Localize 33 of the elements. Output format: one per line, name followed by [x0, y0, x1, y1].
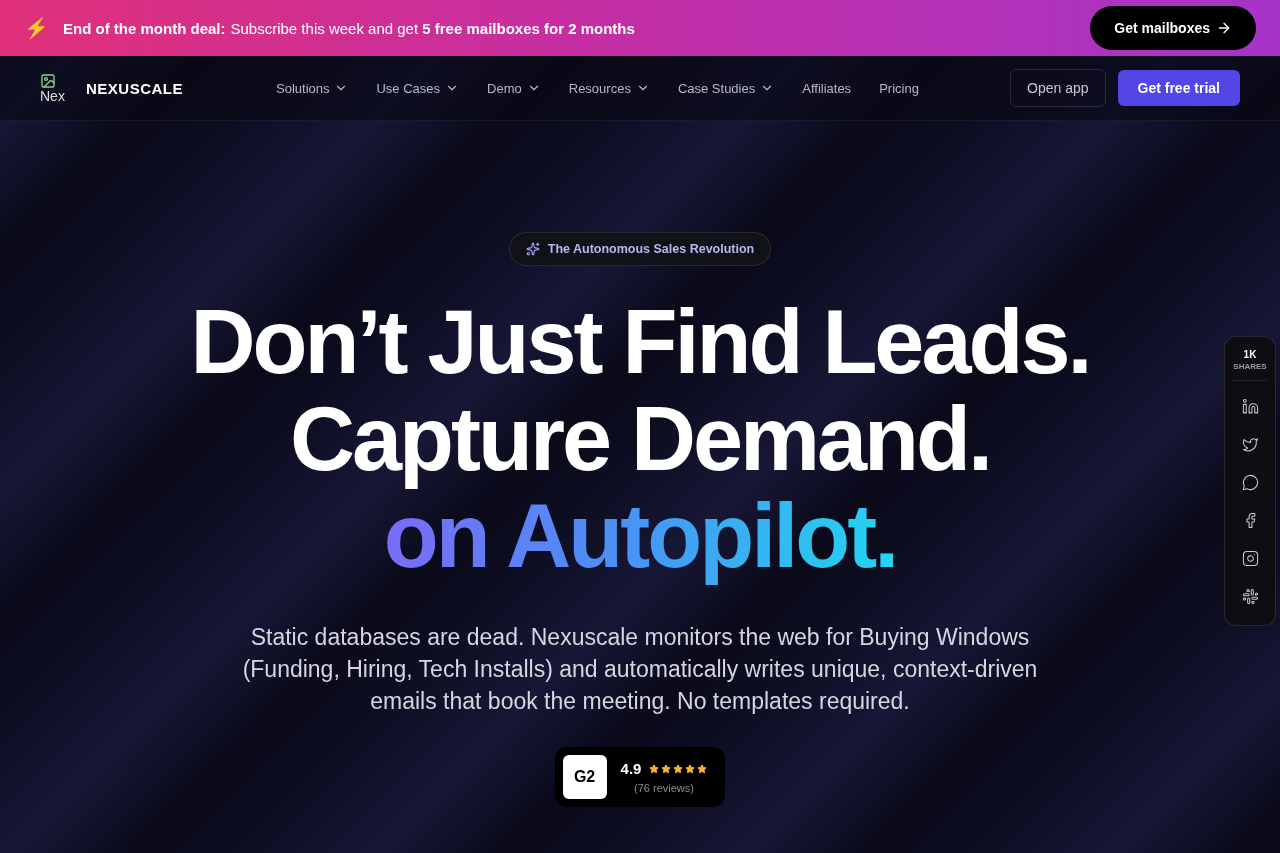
brand-name: NEXUSCALE — [86, 79, 184, 97]
nav-link[interactable]: Solutions — [276, 80, 349, 96]
headline: Capture Demand. — [289, 391, 991, 488]
linkedin-icon[interactable] — [1241, 397, 1259, 415]
nav-link[interactable]: Resources — [568, 80, 650, 96]
arrow-right-icon — [1216, 20, 1232, 36]
slack-icon[interactable] — [1241, 587, 1259, 605]
star-icon — [685, 763, 696, 774]
sparkles-icon — [525, 242, 540, 256]
nav-link[interactable]: Use Cases — [376, 80, 460, 96]
nav-link[interactable]: Affiliates — [802, 80, 852, 96]
headline: Don’t Just Find Leads. — [190, 294, 1090, 391]
star-icon — [661, 763, 672, 774]
review-count: (76 reviews) — [634, 782, 694, 794]
rating-score: 4.9 — [620, 760, 642, 777]
badge-text: The Autonomous Sales Revolution — [547, 242, 755, 256]
instagram-icon[interactable] — [1241, 549, 1259, 567]
star-icon — [649, 763, 660, 774]
nav-link[interactable]: Case Studies — [677, 80, 775, 96]
open-app-button[interactable]: Open app — [1010, 69, 1106, 107]
get-mailboxes-button[interactable]: Get mailboxes — [1090, 6, 1256, 50]
logo-image[interactable]: Nex — [40, 73, 74, 103]
nav-link[interactable]: Pricing — [879, 80, 919, 96]
nav-link[interactable]: Demo — [487, 80, 541, 96]
lightning-icon: ⚡ — [24, 16, 49, 40]
star-icon — [673, 763, 684, 774]
hero-description: Static databases are dead. Nexuscale monitors the web for Buying Windows (Funding, Hiring, Tech Installs) and automatically writes unique, context-driven emails that book the meeting. No templates required. — [241, 623, 1039, 716]
share-count: 1K — [1243, 349, 1257, 360]
promo-text: End of the month deal: Subscribe this week and get 5 free mailboxes for 2 months — [63, 19, 636, 37]
free-trial-button[interactable]: Get free trial — [1117, 70, 1240, 106]
star-icon — [697, 763, 708, 774]
shares-label: SHARES — [1233, 362, 1267, 371]
g2-logo: G2 — [562, 755, 607, 799]
